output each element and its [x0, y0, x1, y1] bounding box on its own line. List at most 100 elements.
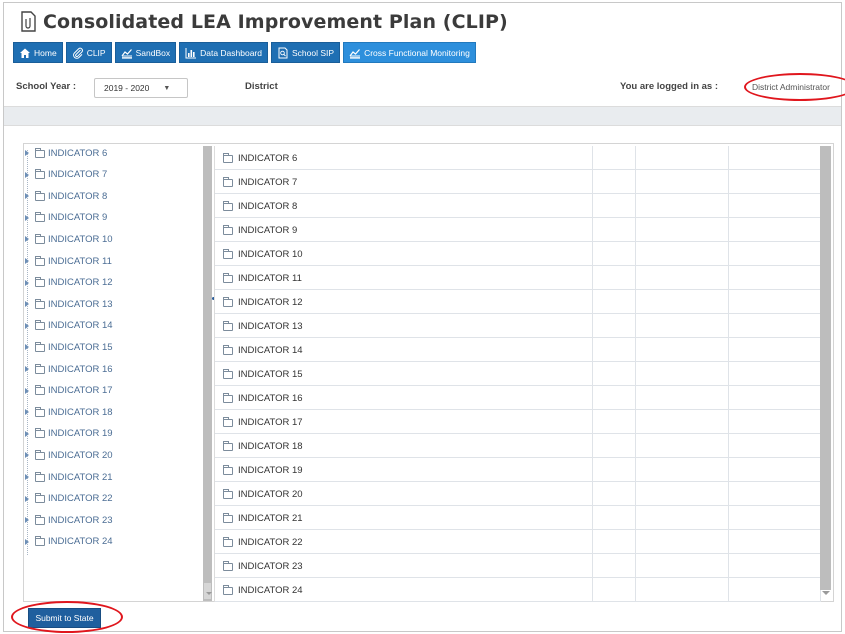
folder-icon — [35, 385, 45, 396]
expand-arrow-icon[interactable] — [25, 387, 29, 394]
table-row[interactable]: INDICATOR 7 — [215, 170, 821, 194]
tree-item[interactable]: INDICATOR 7 — [25, 168, 107, 182]
empty-cell — [593, 218, 636, 242]
expand-arrow-icon[interactable] — [25, 258, 29, 264]
tree-item-label: INDICATOR 11 — [48, 255, 112, 267]
table-row[interactable]: INDICATOR 16 — [215, 386, 821, 410]
tree-item[interactable]: INDICATOR 16 — [25, 362, 113, 376]
expand-arrow-icon[interactable] — [25, 517, 29, 524]
table-row[interactable]: INDICATOR 19 — [215, 458, 821, 482]
expand-arrow-icon[interactable] — [25, 322, 29, 329]
folder-icon — [223, 296, 233, 307]
nav-data-dashboard-label: Data Dashboard — [200, 47, 262, 58]
scroll-down-arrow-icon[interactable] — [822, 591, 830, 595]
indicator-name-cell: INDICATOR 6 — [215, 146, 593, 170]
empty-cell — [636, 530, 729, 554]
table-row[interactable]: INDICATOR 14 — [215, 338, 821, 362]
nav-school-sip-button[interactable]: School SIP — [271, 42, 341, 63]
indicator-name: INDICATOR 13 — [238, 320, 303, 332]
expand-arrow-icon[interactable] — [25, 495, 29, 502]
indicator-name: INDICATOR 21 — [238, 512, 303, 524]
folder-icon — [35, 406, 45, 417]
table-row[interactable]: INDICATOR 20 — [215, 482, 821, 506]
empty-cell — [729, 290, 821, 314]
nav-home-button[interactable]: Home — [13, 42, 63, 63]
indicator-name-cell: INDICATOR 19 — [215, 458, 593, 482]
pane-splitter[interactable] — [203, 146, 212, 601]
empty-cell — [636, 410, 729, 434]
empty-cell — [729, 410, 821, 434]
tree-item[interactable]: INDICATOR 20 — [25, 448, 113, 462]
expand-arrow-icon[interactable] — [25, 236, 29, 243]
indicator-name: INDICATOR 6 — [238, 152, 298, 164]
expand-arrow-icon[interactable] — [25, 430, 29, 437]
expand-arrow-icon[interactable] — [25, 366, 29, 372]
table-row[interactable]: INDICATOR 22 — [215, 530, 821, 554]
expand-arrow-icon[interactable] — [25, 150, 29, 156]
table-row[interactable]: INDICATOR 6 — [215, 146, 821, 170]
tree-item[interactable]: INDICATOR 22 — [25, 492, 113, 506]
folder-icon — [35, 320, 45, 331]
table-row[interactable]: INDICATOR 10 — [215, 242, 821, 266]
tree-item[interactable]: INDICATOR 19 — [25, 427, 113, 441]
indicator-name: INDICATOR 9 — [238, 224, 298, 236]
submit-highlight-ring — [11, 601, 123, 633]
table-row[interactable]: INDICATOR 12 — [215, 290, 821, 314]
table-row[interactable]: INDICATOR 21 — [215, 506, 821, 530]
table-row[interactable]: INDICATOR 9 — [215, 218, 821, 242]
table-row[interactable]: INDICATOR 13 — [215, 314, 821, 338]
table-row[interactable]: INDICATOR 18 — [215, 434, 821, 458]
nav-clip-button[interactable]: CLIP — [65, 42, 112, 63]
expand-arrow-icon[interactable] — [25, 193, 29, 200]
empty-cell — [636, 434, 729, 458]
indicator-name-cell: INDICATOR 10 — [215, 242, 593, 266]
tree-item[interactable]: INDICATOR 21 — [25, 470, 113, 484]
tree-item[interactable]: INDICATOR 13 — [25, 297, 113, 311]
expand-arrow-icon[interactable] — [25, 214, 29, 221]
tree-item[interactable]: INDICATOR 15 — [25, 340, 113, 354]
empty-cell — [636, 506, 729, 530]
table-row[interactable]: INDICATOR 17 — [215, 410, 821, 434]
tree-item[interactable]: INDICATOR 18 — [25, 405, 113, 419]
school-year-select[interactable]: 2019 - 2020 ▼ — [94, 78, 188, 98]
tree-item[interactable]: INDICATOR 14 — [25, 319, 113, 333]
empty-cell — [729, 218, 821, 242]
table-row[interactable]: INDICATOR 11 — [215, 266, 821, 290]
tree-item[interactable]: INDICATOR 12 — [25, 276, 113, 290]
grid-vertical-scrollbar[interactable] — [820, 146, 831, 590]
tree-item[interactable]: INDICATOR 23 — [25, 513, 113, 527]
empty-cell — [729, 578, 821, 602]
tree-item[interactable]: INDICATOR 9 — [25, 211, 107, 225]
nav-school-sip-label: School SIP — [292, 47, 335, 58]
tree-item[interactable]: INDICATOR 11 — [25, 254, 112, 268]
expand-arrow-icon[interactable] — [25, 452, 29, 459]
nav-sandbox-button[interactable]: SandBox — [114, 42, 177, 63]
expand-arrow-icon[interactable] — [25, 409, 29, 416]
indicator-name-cell: INDICATOR 21 — [215, 506, 593, 530]
table-row[interactable]: INDICATOR 8 — [215, 194, 821, 218]
splitter-thumb[interactable] — [204, 583, 211, 599]
scroll-down-arrow-icon[interactable] — [206, 592, 212, 595]
folder-icon — [223, 560, 233, 571]
logged-in-label: You are logged in as : — [620, 81, 719, 92]
nav-data-dashboard-button[interactable]: Data Dashboard — [179, 42, 268, 63]
table-row[interactable]: INDICATOR 23 — [215, 554, 821, 578]
empty-cell — [729, 242, 821, 266]
empty-cell — [593, 410, 636, 434]
tree-item-label: INDICATOR 19 — [48, 428, 113, 440]
expand-arrow-icon[interactable] — [25, 474, 29, 480]
expand-arrow-icon[interactable] — [25, 279, 29, 286]
table-row[interactable]: INDICATOR 24 — [215, 578, 821, 602]
tree-item[interactable]: INDICATOR 17 — [25, 384, 113, 398]
expand-arrow-icon[interactable] — [25, 344, 29, 351]
tree-item-label: INDICATOR 13 — [48, 298, 113, 310]
tree-item[interactable]: INDICATOR 24 — [25, 535, 113, 549]
expand-arrow-icon[interactable] — [25, 538, 29, 545]
expand-arrow-icon[interactable] — [25, 171, 29, 178]
tree-item[interactable]: INDICATOR 6 — [25, 146, 107, 160]
tree-item[interactable]: INDICATOR 10 — [25, 232, 113, 246]
expand-arrow-icon[interactable] — [25, 301, 29, 308]
nav-cross-functional-monitoring-button[interactable]: Cross Functional Monitoring — [343, 42, 476, 63]
tree-item[interactable]: INDICATOR 8 — [25, 189, 107, 203]
table-row[interactable]: INDICATOR 15 — [215, 362, 821, 386]
